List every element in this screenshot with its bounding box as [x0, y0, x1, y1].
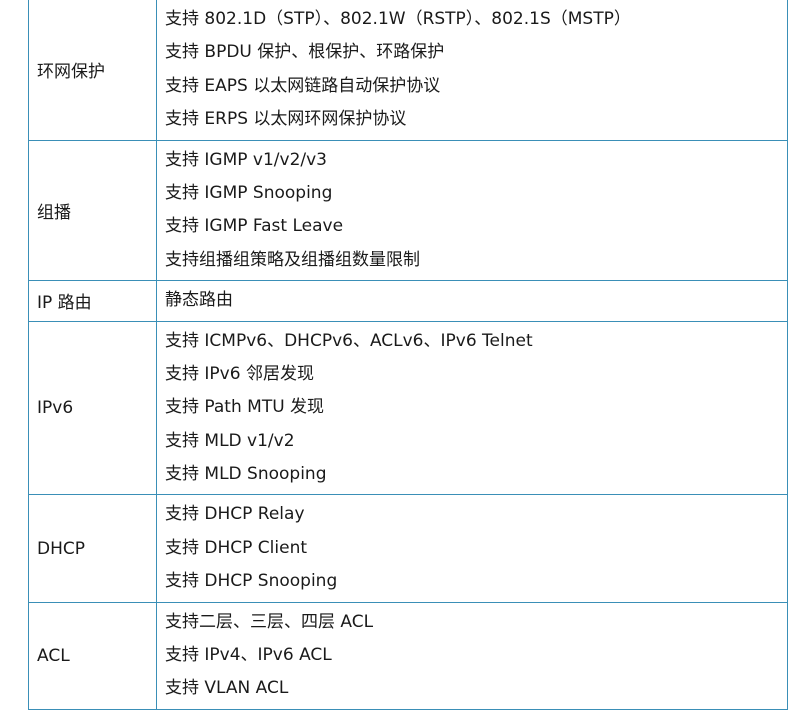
feature-item: 支持 IGMP v1/v2/v3 [165, 149, 327, 170]
spec-row: 环网保护 支持 802.1D（STP）、802.1W（RSTP）、802.1S（M… [28, 0, 788, 141]
spec-row: DHCP 支持 DHCP Relay 支持 DHCP Client 支持 DHCP S… [28, 494, 788, 603]
feature-item: 静态路由 [165, 290, 233, 311]
category-cell: 组播 [28, 139, 157, 282]
feature-item: 支持 IPv6 邻居发现 [165, 363, 314, 384]
feature-item: 支持 BPDU 保护、根保护、环路保护 [165, 42, 445, 63]
feature-item: 支持 IPv4、IPv6 ACL [165, 645, 332, 666]
category-cell: DHCP [28, 494, 157, 603]
spec-table: 环网保护 支持 802.1D（STP）、802.1W（RSTP）、802.1S（M… [28, 0, 788, 710]
feature-list-cell: 静态路由 [156, 280, 788, 322]
spec-row: 组播 支持 IGMP v1/v2/v3 支持 IGMP Snooping 支持 IGM… [28, 139, 788, 282]
category-cell: ACL [28, 601, 157, 710]
feature-item: 支持 DHCP Client [165, 537, 308, 558]
category-cell: 环网保护 [28, 0, 157, 141]
category-cell: IPv6 [28, 320, 157, 496]
feature-item: 支持 Path MTU 发现 [165, 397, 325, 418]
feature-item: 支持 DHCP Snooping [165, 571, 338, 592]
feature-item: 支持 DHCP Relay [165, 504, 305, 525]
feature-item: 支持 VLAN ACL [165, 678, 289, 699]
spec-row: IPv6 支持 ICMPv6、DHCPv6、ACLv6、IPv6 Telnet 支持… [28, 320, 788, 496]
spec-row: ACL 支持二层、三层、四层 ACL 支持 IPv4、IPv6 ACL 支持 VLAN… [28, 601, 788, 710]
feature-item: 支持组播组策略及组播组数量限制 [165, 249, 420, 270]
feature-item: 支持 EAPS 以太网链路自动保护协议 [165, 75, 441, 96]
feature-item: 支持 ERPS 以太网环网保护协议 [165, 109, 407, 130]
spec-row: IP 路由 静态路由 [28, 280, 788, 322]
feature-item: 支持 ICMPv6、DHCPv6、ACLv6、IPv6 Telnet [165, 330, 533, 351]
feature-item: 支持 802.1D（STP）、802.1W（RSTP）、802.1S（MSTP） [165, 9, 631, 29]
feature-list-cell: 支持 IGMP v1/v2/v3 支持 IGMP Snooping 支持 IGMP … [156, 139, 788, 282]
spec-table-body: 环网保护 支持 802.1D（STP）、802.1W（RSTP）、802.1S（M… [28, 0, 788, 710]
feature-item: 支持 IGMP Snooping [165, 182, 333, 203]
category-cell: IP 路由 [28, 280, 157, 322]
feature-item: 支持 MLD Snooping [165, 464, 327, 485]
feature-list-cell: 支持 DHCP Relay 支持 DHCP Client 支持 DHCP Snoop… [156, 494, 788, 603]
feature-list-cell: 支持 ICMPv6、DHCPv6、ACLv6、IPv6 Telnet 支持 IPv… [156, 320, 788, 496]
feature-item: 支持 MLD v1/v2 [165, 430, 295, 451]
feature-item: 支持二层、三层、四层 ACL [165, 611, 374, 632]
feature-list-cell: 支持二层、三层、四层 ACL 支持 IPv4、IPv6 ACL 支持 VLAN AC… [156, 601, 788, 710]
feature-list-cell: 支持 802.1D（STP）、802.1W（RSTP）、802.1S（MSTP）… [156, 0, 788, 141]
feature-item: 支持 IGMP Fast Leave [165, 216, 344, 237]
